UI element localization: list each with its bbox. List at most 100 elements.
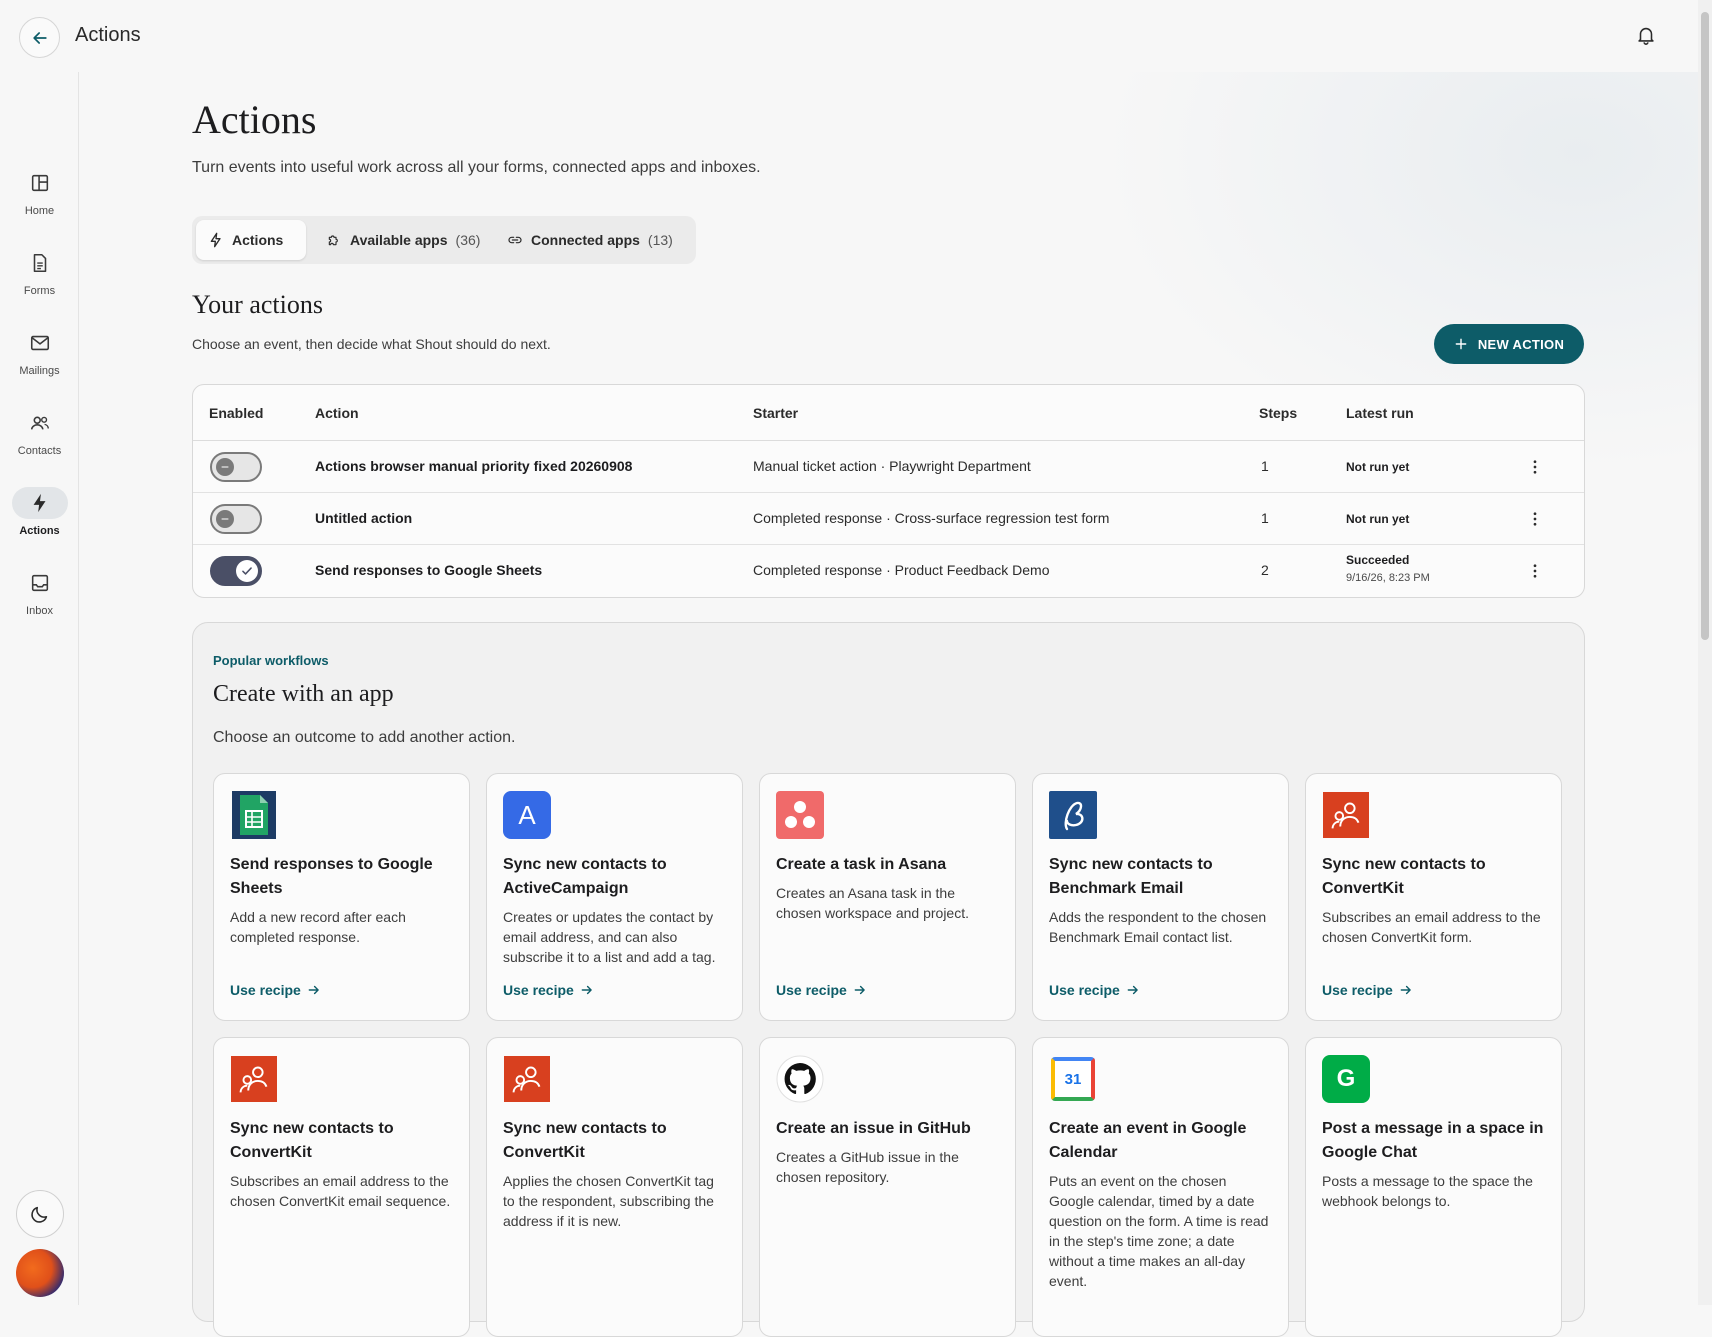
recipe-description: Add a new record after each completed re…	[230, 909, 406, 945]
arrow-left-icon	[32, 31, 47, 44]
sidebar-item-inbox[interactable]: Inbox	[0, 567, 79, 637]
recipe-card-convertkit-tag[interactable]: Sync new contacts to ConvertKit Applies …	[486, 1037, 743, 1337]
toggle-knob	[216, 510, 234, 528]
recipe-card-github[interactable]: Create an issue in GitHub Creates a GitH…	[759, 1037, 1016, 1337]
table-row[interactable]: Actions browser manual priority fixed 20…	[193, 441, 1584, 493]
row-menu-button[interactable]	[1523, 455, 1547, 479]
moon-icon	[31, 1206, 48, 1223]
recipe-card-convertkit-form[interactable]: Sync new contacts to ConvertKit Subscrib…	[1305, 773, 1562, 1021]
recipe-title: Send responses to Google Sheets	[230, 856, 433, 897]
recipe-card-google-chat[interactable]: G Post a message in a space in Google Ch…	[1305, 1037, 1562, 1337]
recipe-title: Sync new contacts to ConvertKit	[1322, 856, 1486, 897]
column-header-latest-run: Latest run	[1346, 405, 1414, 421]
recipe-description: Adds the respondent to the chosen Benchm…	[1049, 909, 1267, 945]
row-menu-button[interactable]	[1523, 559, 1547, 583]
recipe-description: Subscribes an email address to the chose…	[1322, 909, 1541, 945]
latest-run-time: 9/16/26, 8:23 PM	[1346, 572, 1430, 584]
actions-table: Enabled Action Starter Steps Latest run …	[192, 384, 1585, 598]
sidebar-item-forms[interactable]: Forms	[0, 247, 79, 317]
recipe-description: Applies the chosen ConvertKit tag to the…	[503, 1173, 714, 1229]
toggle-knob	[216, 458, 234, 476]
lightning-icon	[12, 487, 68, 519]
sidebar-item-label: Actions	[19, 525, 60, 537]
benchmark-logo	[1049, 791, 1097, 839]
action-starter: Completed response · Cross-surface regre…	[753, 510, 1110, 526]
recipe-card-google-calendar[interactable]: 31 Create an event in Google Calendar Pu…	[1032, 1037, 1289, 1337]
plus-icon	[1455, 338, 1467, 350]
recipe-card-convertkit-sequence[interactable]: Sync new contacts to ConvertKit Subscrib…	[213, 1037, 470, 1337]
scrollbar-thumb[interactable]	[1701, 12, 1709, 640]
sidebar-item-mailings[interactable]: Mailings	[0, 327, 79, 397]
use-recipe-link[interactable]: Use recipe	[503, 982, 594, 998]
google-chat-letter: G	[1322, 1055, 1370, 1103]
asana-logo	[776, 791, 824, 839]
column-header-enabled: Enabled	[209, 405, 264, 421]
theme-toggle-button[interactable]	[16, 1190, 64, 1238]
tab-label: Available apps	[350, 232, 448, 248]
more-vertical-icon	[1533, 460, 1537, 474]
recipe-title: Sync new contacts to ConvertKit	[230, 1120, 394, 1161]
calendar-day: 31	[1051, 1057, 1095, 1101]
notifications-button[interactable]	[1633, 22, 1659, 48]
tab-count: (36)	[455, 232, 481, 248]
action-steps: 1	[1261, 510, 1269, 526]
arrow-right-icon	[1400, 985, 1411, 995]
arrow-right-icon	[1127, 985, 1138, 995]
tab-count: (13)	[647, 232, 673, 248]
row-menu-button[interactable]	[1523, 507, 1547, 531]
use-recipe-link[interactable]: Use recipe	[776, 982, 867, 998]
recipe-title: Post a message in a space in Google Chat	[1322, 1120, 1544, 1161]
use-recipe-link[interactable]: Use recipe	[1049, 982, 1140, 998]
enabled-toggle[interactable]	[210, 556, 262, 586]
new-action-label: NEW ACTION	[1477, 336, 1565, 352]
your-actions-title: Your actions	[192, 290, 323, 319]
sidebar-item-label: Inbox	[26, 605, 53, 617]
sidebar-item-actions[interactable]: Actions	[0, 487, 79, 557]
action-name[interactable]: Untitled action	[315, 510, 412, 526]
recipe-description: Creates a GitHub issue in the chosen rep…	[776, 1149, 959, 1185]
puzzle-icon	[328, 235, 338, 246]
action-name[interactable]: Send responses to Google Sheets	[315, 562, 542, 578]
recipe-card-google-sheets[interactable]: Send responses to Google Sheets Add a ne…	[213, 773, 470, 1021]
popular-workflows-panel: Popular workflows Create with an app Cho…	[192, 622, 1585, 1337]
bell-icon	[1638, 27, 1654, 45]
sidebar-item-label: Home	[24, 205, 55, 217]
column-header-starter: Starter	[753, 405, 799, 421]
your-actions-subtitle: Choose an event, then decide what Shout …	[192, 336, 551, 352]
use-recipe-link[interactable]: Use recipe	[230, 982, 321, 998]
recipe-card-asana[interactable]: Create a task in Asana Creates an Asana …	[759, 773, 1016, 1021]
use-recipe-label: Use recipe	[230, 982, 301, 998]
convertkit-logo	[1322, 791, 1370, 839]
recipe-description: Creates or updates the contact by email …	[503, 909, 716, 965]
use-recipe-link[interactable]: Use recipe	[1322, 982, 1413, 998]
recipe-description: Subscribes an email address to the chose…	[230, 1173, 451, 1209]
tab-bar: Actions Available apps (36) Connected ap…	[192, 216, 696, 264]
enabled-toggle[interactable]	[210, 452, 262, 482]
table-row[interactable]: Untitled action Completed response · Cro…	[193, 493, 1584, 545]
enabled-toggle[interactable]	[210, 504, 262, 534]
home-icon	[12, 167, 68, 199]
google-chat-logo: G	[1322, 1055, 1370, 1103]
popular-title: Create with an app	[213, 681, 394, 707]
page-scrollbar[interactable]	[1698, 0, 1712, 1305]
check-icon	[242, 567, 252, 575]
more-vertical-icon	[1533, 564, 1537, 578]
sidebar: Home Forms Mailings Contacts Actions Inb…	[0, 72, 79, 1305]
tab-label: Connected apps	[531, 232, 640, 248]
avatar[interactable]	[16, 1249, 64, 1297]
action-name[interactable]: Actions browser manual priority fixed 20…	[315, 458, 632, 474]
back-button[interactable]	[19, 17, 60, 58]
sidebar-item-home[interactable]: Home	[0, 167, 79, 237]
recipe-card-benchmark[interactable]: Sync new contacts to Benchmark Email Add…	[1032, 773, 1289, 1021]
tab-connected-apps[interactable]: Connected apps (13)	[495, 220, 685, 260]
latest-run-status: Succeeded	[1346, 553, 1410, 567]
recipe-card-activecampaign[interactable]: A Sync new contacts to ActiveCampaign Cr…	[486, 773, 743, 1021]
sidebar-item-contacts[interactable]: Contacts	[0, 407, 79, 477]
tab-available-apps[interactable]: Available apps (36)	[314, 220, 492, 260]
tab-actions[interactable]: Actions	[196, 220, 306, 260]
table-row[interactable]: Send responses to Google Sheets Complete…	[193, 545, 1584, 597]
top-bar: Actions	[0, 0, 1698, 72]
action-starter: Completed response · Product Feedback De…	[753, 562, 1050, 578]
latest-run-status: Not run yet	[1346, 512, 1410, 526]
new-action-button[interactable]: NEW ACTION	[1434, 324, 1584, 364]
